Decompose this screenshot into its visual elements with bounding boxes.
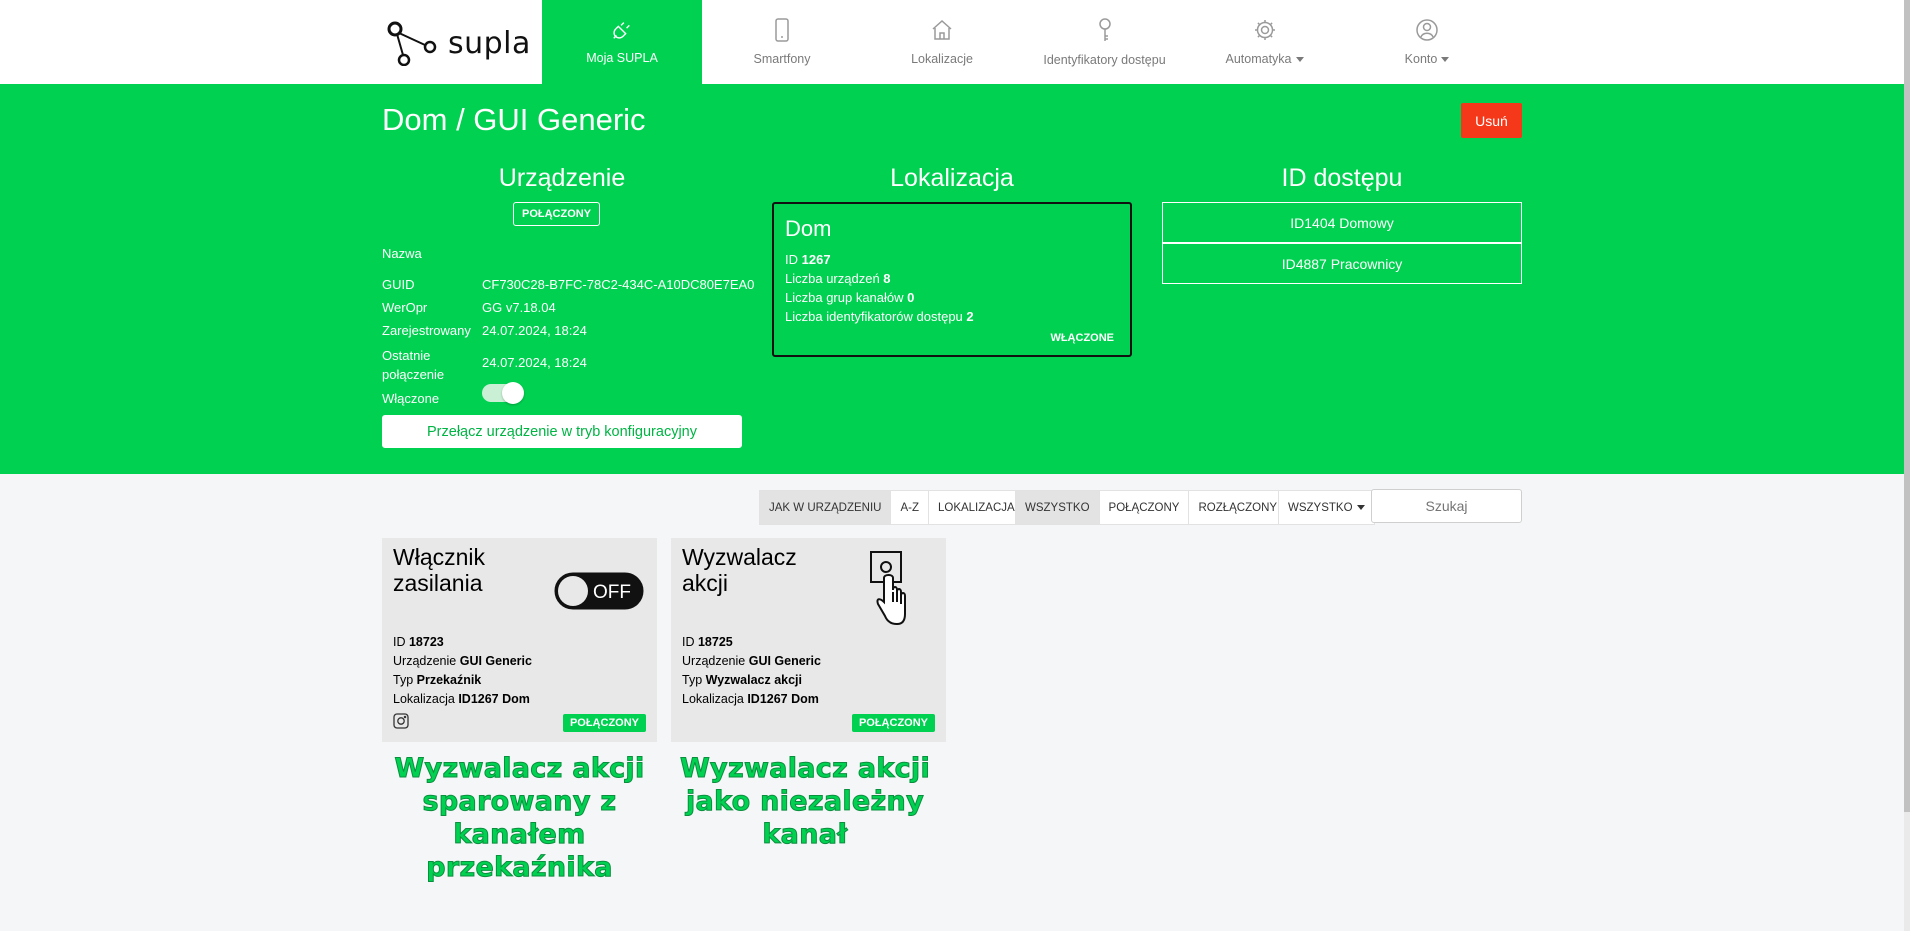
location-card[interactable]: Dom ID 1267 Liczba urządzeń 8 Liczba gru… (772, 202, 1132, 357)
prop-label-wlaczone: Włączone (382, 391, 440, 406)
channel-device: Urządzenie GUI Generic (682, 654, 821, 668)
nav-smartfony[interactable]: Smartfony (702, 0, 862, 84)
supla-logo-icon (387, 21, 437, 66)
search-input[interactable] (1371, 489, 1522, 523)
page-title: Dom / GUI Generic (382, 102, 646, 137)
nav-label: Automatyka (1225, 52, 1304, 66)
nav-label: Lokalizacje (911, 52, 973, 66)
filter-connected-button[interactable]: POŁĄCZONY (1099, 490, 1190, 525)
channel-title: Wyzwalacz akcji (682, 544, 797, 596)
location-id: ID 1267 (785, 252, 831, 267)
filter-disconnected-button[interactable]: ROZŁĄCZONY (1189, 490, 1288, 525)
prop-label-ostatnie-polaczenie: Ostatnie połączenie (382, 348, 445, 382)
nav-lokalizacje[interactable]: Lokalizacje (862, 0, 1022, 84)
channel-device: Urządzenie GUI Generic (393, 654, 532, 668)
access-id-item[interactable]: ID1404 Domowy (1162, 202, 1522, 243)
prop-value-ostatnie-polaczenie: 24.07.2024, 18:24 (482, 355, 587, 370)
filter-all-button[interactable]: WSZYSTKO (1015, 490, 1100, 525)
channel-location: Lokalizacja ID1267 Dom (393, 692, 530, 706)
prop-value-weropr: GG v7.18.04 (482, 300, 556, 315)
connection-filter-group: WSZYSTKO POŁĄCZONY ROZŁĄCZONY (1015, 490, 1288, 525)
config-mode-button[interactable]: Przełącz urządzenie w tryb konfiguracyjn… (382, 415, 742, 448)
device-section-title: Urządzenie (498, 164, 626, 192)
sort-az-button[interactable]: A-Z (891, 490, 929, 525)
instagram-icon[interactable] (393, 713, 409, 729)
location-accessid-count: Liczba identyfikatorów dostępu 2 (785, 309, 974, 324)
caret-down-icon (1356, 504, 1365, 510)
channel-id: ID 18725 (682, 635, 733, 649)
location-status: WŁĄCZONE (1050, 332, 1114, 344)
location-name: Dom (785, 216, 832, 241)
key-icon (1098, 18, 1111, 41)
device-details-panel: Dom / GUI Generic Usuń Urządzenie POŁĄCZ… (0, 84, 1904, 474)
supla-logo[interactable]: supla (386, 20, 531, 66)
sort-as-device-button[interactable]: JAK W URZĄDZENIU (759, 490, 892, 525)
channel-status-badge: POŁĄCZONY (562, 714, 646, 732)
nav-identyfikatory-dostepu[interactable]: Identyfikatory dostępu (1022, 0, 1187, 84)
caption-paired-trigger: Wyzwalacz akcji sparowany z kanałem prze… (394, 753, 645, 884)
location-device-count: Liczba urządzeń 8 (785, 271, 891, 286)
page-scrollbar[interactable] (1904, 0, 1910, 931)
location-section-title: Lokalizacja (890, 164, 1014, 192)
channel-card[interactable]: Włącznik zasilania OFF ID 18723 Urządzen… (382, 538, 657, 742)
gear-icon (1254, 20, 1275, 40)
location-group-count: Liczba grup kanałów 0 (785, 290, 915, 305)
access-id-item[interactable]: ID4887 Pracownicy (1162, 243, 1522, 284)
type-filter-group: WSZYSTKO (1278, 490, 1375, 525)
brand-name: supla (448, 25, 531, 61)
prop-value-zarejestrowany: 24.07.2024, 18:24 (482, 323, 587, 338)
power-switch-off-icon: OFF (554, 572, 644, 610)
sort-location-button[interactable]: LOKALIZACJA (928, 490, 1025, 525)
access-id-section-title: ID dostępu (1281, 164, 1403, 192)
prop-label-nazwa: Nazwa (382, 246, 422, 261)
nav-moja-supla[interactable]: Moja SUPLA (542, 0, 702, 84)
device-status-badge: POŁĄCZONY (513, 202, 601, 226)
channel-status-badge: POŁĄCZONY (851, 714, 935, 732)
top-navbar: supla Moja SUPLA Smartfony Lokalizacje I… (0, 0, 1904, 84)
toggle-knob (502, 382, 524, 404)
delete-button[interactable]: Usuń (1461, 103, 1522, 138)
channel-type: Typ Wyzwalacz akcji (682, 673, 802, 687)
caret-down-icon (1295, 57, 1304, 63)
nav-label: Identyfikatory dostępu (1043, 53, 1166, 67)
user-icon (1416, 19, 1438, 41)
nav-konto[interactable]: Konto (1342, 0, 1512, 84)
nav-label: Konto (1405, 52, 1450, 66)
channel-title: Włącznik zasilania (393, 544, 486, 596)
channel-type: Typ Przekaźnik (393, 673, 482, 687)
sort-button-group: JAK W URZĄDZENIU A-Z LOKALIZACJA (759, 490, 1025, 525)
nav-label: Moja SUPLA (586, 51, 658, 65)
nav-automatyka[interactable]: Automatyka (1187, 0, 1342, 84)
channel-id: ID 18723 (393, 635, 444, 649)
enabled-toggle[interactable] (482, 382, 524, 404)
plug-icon (613, 22, 630, 39)
prop-label-guid: GUID (382, 277, 415, 292)
button-press-icon (870, 551, 906, 626)
prop-value-guid: CF730C28-B7FC-78C2-434C-A10DC80E7EA0 (482, 277, 755, 292)
switch-off-label: OFF (593, 582, 631, 603)
scrollbar-thumb[interactable] (1904, 0, 1910, 812)
channel-card[interactable]: Wyzwalacz akcji ID 18725 Urządzenie GUI … (671, 538, 946, 742)
home-icon (932, 19, 952, 40)
prop-label-weropr: WerOpr (382, 300, 428, 315)
channel-location: Lokalizacja ID1267 Dom (682, 692, 819, 706)
type-filter-dropdown[interactable]: WSZYSTKO (1278, 490, 1375, 525)
smartphone-icon (775, 18, 789, 42)
prop-label-zarejestrowany: Zarejestrowany (382, 323, 471, 338)
caption-independent-trigger: Wyzwalacz akcji jako niezależny kanał (679, 753, 931, 851)
caret-down-icon (1441, 57, 1450, 63)
nav-label: Smartfony (753, 52, 811, 66)
